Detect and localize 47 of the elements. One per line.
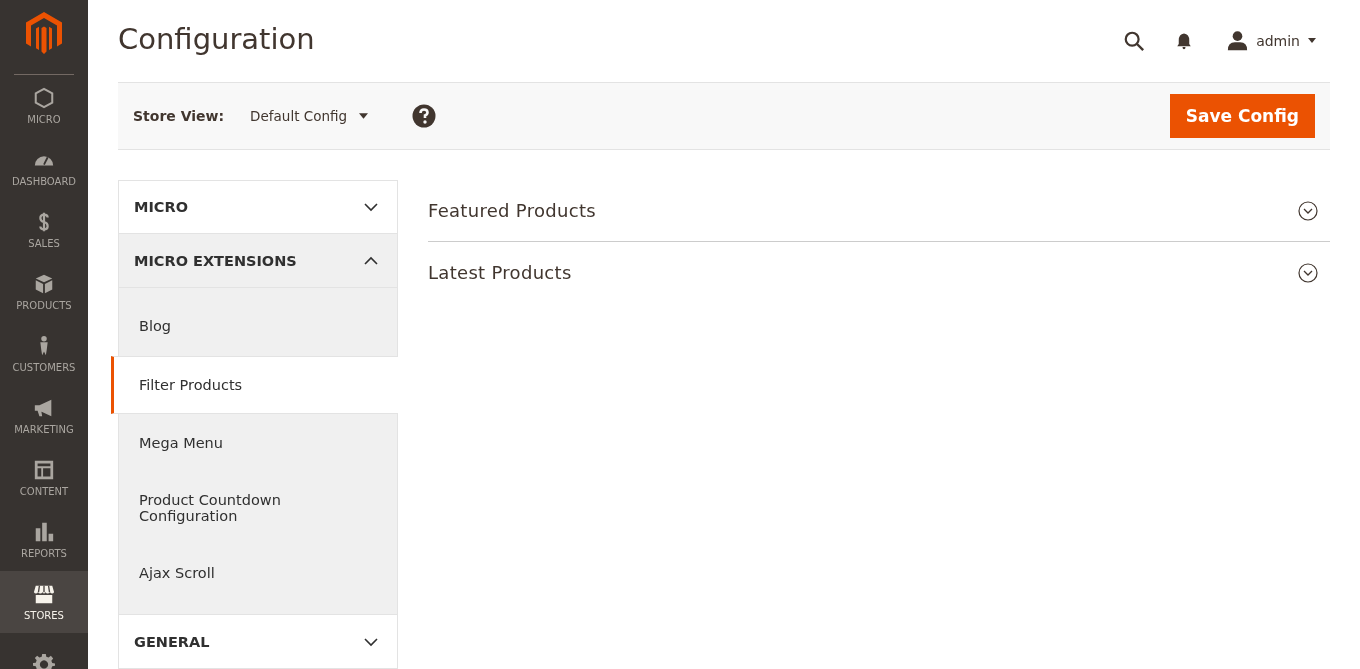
nav-label: SALES: [28, 238, 60, 249]
nav-item[interactable]: DASHBOARD: [0, 137, 88, 199]
content-icon: [33, 459, 55, 481]
nav-item[interactable]: CONTENT: [0, 447, 88, 509]
config-tab[interactable]: GENERAL: [118, 615, 398, 669]
nav-item[interactable]: SALES: [0, 199, 88, 261]
store-view-dropdown[interactable]: Default Config: [242, 107, 377, 124]
config-tab-item[interactable]: Mega Menu: [119, 414, 397, 472]
nav-label: MICRO: [27, 114, 61, 125]
system-icon: [33, 653, 55, 669]
stores-icon: [33, 583, 55, 605]
config-tab[interactable]: MICRO: [118, 180, 398, 234]
nav-label: STORES: [24, 610, 64, 621]
help-icon[interactable]: [412, 103, 437, 128]
user-menu-button[interactable]: admin: [1227, 30, 1330, 52]
nav-label: CUSTOMERS: [12, 362, 76, 373]
caret-icon: [359, 112, 369, 119]
config-tab-item[interactable]: Filter Products: [111, 356, 398, 414]
section-header[interactable]: Latest Products: [428, 242, 1330, 303]
nav-label: PRODUCTS: [16, 300, 72, 311]
config-tab-item[interactable]: Ajax Scroll: [119, 544, 397, 602]
nav-item[interactable]: STORES: [0, 571, 88, 633]
nav-label: DASHBOARD: [11, 176, 77, 187]
nav-item[interactable]: PRODUCTS: [0, 261, 88, 323]
save-config-button[interactable]: Save Config: [1169, 93, 1315, 138]
section-title: Featured Products: [428, 200, 596, 221]
caret-icon: [1308, 38, 1316, 44]
logo-icon[interactable]: [26, 12, 62, 54]
micro-icon: [33, 87, 55, 109]
search-icon[interactable]: [1123, 29, 1146, 52]
config-tab-item[interactable]: Product Countdown Configuration: [119, 472, 319, 544]
nav-label: CONTENT: [19, 486, 69, 497]
section-title: Latest Products: [428, 262, 572, 283]
section-header[interactable]: Featured Products: [428, 180, 1330, 242]
config-tab-item[interactable]: Blog: [119, 288, 397, 356]
user-icon: [1227, 30, 1249, 52]
page-title: Configuration: [118, 21, 316, 58]
nav-item[interactable]: MICRO: [0, 75, 88, 137]
nav-item[interactable]: CUSTOMERS: [0, 323, 88, 385]
nav-label: REPORTS: [21, 548, 67, 559]
nav-label: MARKETING: [14, 424, 74, 435]
nav-item[interactable]: REPORTS: [0, 509, 88, 571]
store-view-label: Store View:: [133, 107, 225, 124]
reports-icon: [33, 521, 55, 543]
nav-item[interactable]: MARKETING: [0, 385, 88, 447]
config-tab[interactable]: MICRO EXTENSIONS: [118, 234, 398, 288]
products-icon: [33, 273, 55, 295]
